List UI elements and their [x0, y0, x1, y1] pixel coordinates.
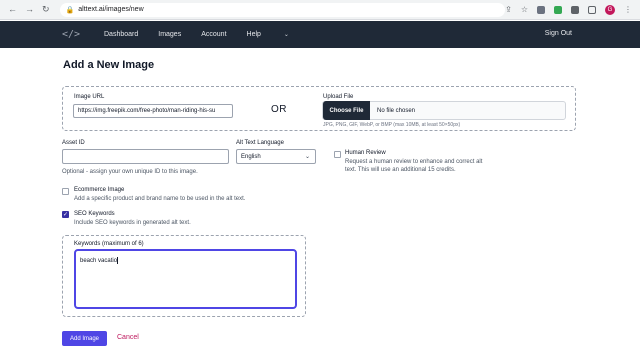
human-review-checkbox[interactable] — [334, 151, 341, 158]
back-icon[interactable]: ← — [8, 4, 17, 15]
browser-toolbar: ← → ↻ 🔒 alttext.ai/images/new ⇪ ☆ G ⋮ — [0, 0, 640, 20]
browser-nav: ← → ↻ — [0, 4, 50, 15]
asset-id-hint: Optional - assign your own unique ID to … — [62, 169, 198, 175]
lock-icon: 🔒 — [65, 6, 75, 14]
profile-avatar[interactable]: G — [605, 4, 615, 15]
address-url: alttext.ai/images/new — [78, 6, 144, 13]
choose-file-button[interactable]: Choose File — [323, 101, 370, 120]
logo[interactable]: </> — [62, 27, 84, 41]
upload-file-label: Upload File — [323, 94, 354, 100]
nav-images[interactable]: Images — [158, 31, 181, 38]
share-icon[interactable]: ⇪ — [505, 5, 512, 14]
chevron-down-icon[interactable]: ⌄ — [284, 31, 289, 38]
nav-links: Dashboard Images Account Help ⌄ — [104, 21, 289, 48]
file-status: No file chosen — [377, 107, 416, 114]
nav-dashboard[interactable]: Dashboard — [104, 31, 138, 38]
file-input[interactable]: Choose File No file chosen — [322, 101, 566, 120]
keywords-textarea[interactable]: beach vacatio — [74, 249, 297, 309]
logo-text: </> — [62, 28, 81, 40]
language-select[interactable]: English ⌄ — [236, 149, 316, 164]
image-url-input[interactable]: https://img.freepik.com/free-photo/man-r… — [73, 104, 233, 118]
sign-out-link[interactable]: Sign Out — [545, 30, 572, 37]
nav-help[interactable]: Help — [247, 31, 261, 38]
chevron-down-icon: ⌄ — [304, 154, 310, 160]
language-selected: English — [241, 153, 261, 160]
address-bar[interactable]: 🔒 alttext.ai/images/new — [59, 2, 506, 17]
ecommerce-label: Ecommerce Image — [74, 187, 125, 193]
browser-extensions: ⇪ ☆ G ⋮ — [505, 4, 640, 15]
seo-keywords-label: SEO Keywords — [74, 211, 115, 217]
sidepanel-icon[interactable] — [588, 5, 596, 14]
extension-icon[interactable] — [554, 5, 562, 14]
menu-icon[interactable]: ⋮ — [624, 5, 632, 14]
ecommerce-checkbox[interactable] — [62, 188, 69, 195]
keywords-value: beach vacatio — [80, 258, 118, 265]
image-url-value: https://img.freepik.com/free-photo/man-r… — [78, 108, 216, 114]
upload-hint: JPG, PNG, GIF, WebP, or BMP (max 10MB, a… — [323, 122, 461, 128]
puzzle-icon[interactable] — [571, 5, 579, 14]
seo-keywords-description: Include SEO keywords in generated alt te… — [74, 220, 191, 226]
or-divider: OR — [271, 104, 287, 115]
cancel-link[interactable]: Cancel — [117, 334, 139, 341]
image-url-label: Image URL — [74, 94, 105, 100]
extension-icon[interactable] — [537, 5, 545, 14]
add-image-button[interactable]: Add Image — [62, 331, 107, 346]
keywords-label: Keywords (maximum of 6) — [74, 241, 144, 247]
human-review-description: text. This will use an additional 15 cre… — [345, 167, 456, 173]
ecommerce-description: Add a specific product and brand name to… — [74, 196, 246, 202]
nav-account[interactable]: Account — [201, 31, 226, 38]
language-label: Alt Text Language — [236, 140, 284, 146]
page-title: Add a New Image — [63, 59, 155, 71]
star-icon[interactable]: ☆ — [521, 5, 528, 14]
reload-icon[interactable]: ↻ — [42, 4, 50, 15]
check-icon: ✓ — [63, 212, 69, 218]
seo-keywords-checkbox[interactable]: ✓ — [62, 211, 69, 218]
forward-icon[interactable]: → — [25, 4, 34, 15]
text-cursor — [117, 257, 119, 264]
human-review-label: Human Review — [345, 150, 386, 156]
asset-id-input[interactable] — [62, 149, 229, 164]
top-navigation: </> Dashboard Images Account Help ⌄ Sign … — [0, 21, 640, 48]
asset-id-label: Asset ID — [62, 140, 85, 146]
